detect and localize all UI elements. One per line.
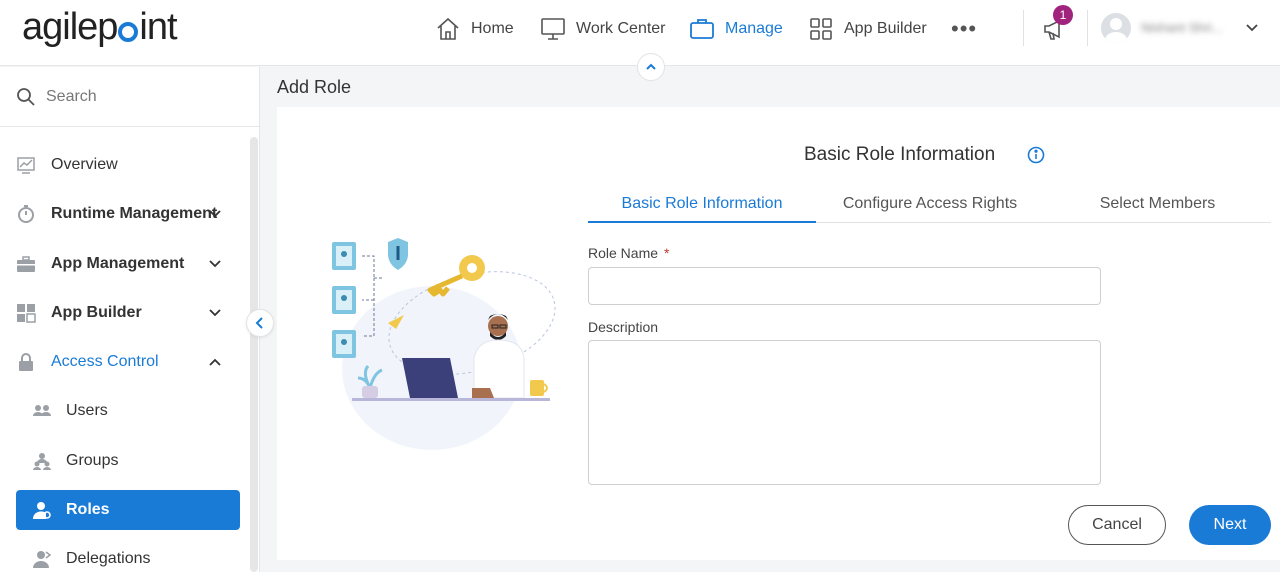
- toolbox-icon: [17, 256, 35, 272]
- sidebar-item-users[interactable]: Users: [0, 391, 248, 431]
- sidebar-item-app-management[interactable]: App Management: [0, 244, 248, 284]
- delegation-icon: [33, 551, 52, 568]
- chevron-up-icon: [646, 63, 656, 70]
- sidebar-item-label: Delegations: [66, 550, 151, 567]
- sidebar-item-label: App Management: [51, 255, 185, 272]
- nav-app-builder[interactable]: App Builder: [808, 14, 927, 44]
- sidebar-item-runtime-management[interactable]: Runtime Management: [0, 194, 248, 234]
- more-dots-icon[interactable]: •••: [951, 16, 977, 42]
- sidebar-scrollbar[interactable]: [250, 137, 258, 572]
- info-icon[interactable]: [1027, 146, 1045, 164]
- users-icon: [33, 405, 51, 416]
- sidebar-item-label: Users: [66, 402, 108, 419]
- search-input[interactable]: [46, 87, 236, 106]
- chart-icon: [17, 157, 35, 174]
- description-input[interactable]: [588, 340, 1101, 485]
- role-icon: [32, 502, 51, 519]
- sidebar-item-delegations[interactable]: Delegations: [0, 539, 248, 572]
- home-icon: [437, 17, 459, 40]
- sidebar-item-label: Runtime Management: [51, 205, 218, 222]
- divider: [1023, 10, 1024, 46]
- role-illustration: [332, 238, 556, 450]
- chevron-down-icon[interactable]: [1244, 20, 1260, 36]
- agilepoint-logo[interactable]: agilep int: [22, 6, 178, 49]
- role-name-input[interactable]: [588, 267, 1101, 305]
- timer-icon: [18, 205, 34, 223]
- widgets-icon: [17, 304, 36, 323]
- briefcase-icon: [690, 19, 714, 39]
- sidebar-item-label: App Builder: [51, 304, 142, 321]
- sidebar-item-label: Roles: [66, 501, 110, 518]
- collapse-header-button[interactable]: [637, 53, 665, 81]
- chevron-up-icon: [209, 358, 221, 366]
- tab-select-members[interactable]: Select Members: [1044, 190, 1271, 223]
- notification-button[interactable]: 1: [1041, 5, 1073, 44]
- sidebar-item-label: Access Control: [51, 353, 159, 370]
- groups-icon: [33, 453, 51, 470]
- chevron-left-icon: [255, 317, 263, 329]
- cancel-button[interactable]: Cancel: [1068, 505, 1166, 545]
- sidebar: Overview Runtime Management App Manageme…: [0, 67, 260, 572]
- page-title: Add Role: [277, 77, 352, 97]
- sidebar-item-access-control[interactable]: Access Control: [0, 342, 248, 382]
- description-label: Description: [588, 319, 659, 335]
- role-name-label: Role Name *: [588, 245, 669, 261]
- form-heading: Basic Role Information: [804, 144, 996, 165]
- sidebar-item-overview[interactable]: Overview: [0, 145, 248, 185]
- nav-work-center-label: Work Center: [576, 20, 666, 37]
- grid-icon: [810, 18, 832, 40]
- nav-app-builder-label: App Builder: [844, 20, 927, 37]
- chevron-down-icon: [209, 210, 221, 218]
- top-navigation-bar: agilep int Home Work Center Manage App Bu…: [0, 0, 1280, 66]
- sidebar-item-app-builder[interactable]: App Builder: [0, 293, 248, 333]
- nav-home[interactable]: Home: [435, 14, 514, 44]
- divider: [1087, 10, 1088, 46]
- sidebar-item-label: Groups: [66, 452, 119, 469]
- monitor-icon: [541, 18, 565, 40]
- required-asterisk: *: [664, 245, 670, 261]
- chevron-down-icon: [209, 309, 221, 317]
- collapse-sidebar-button[interactable]: [246, 309, 274, 337]
- nav-home-label: Home: [471, 20, 514, 37]
- nav-manage-label: Manage: [725, 20, 783, 37]
- sidebar-item-roles[interactable]: Roles: [16, 490, 240, 530]
- sidebar-item-groups[interactable]: Groups: [0, 441, 248, 481]
- nav-manage[interactable]: Manage: [689, 14, 783, 44]
- tab-configure-access-rights[interactable]: Configure Access Rights: [816, 190, 1044, 223]
- role-name-label-text: Role Name: [588, 245, 659, 261]
- tab-basic-role-information[interactable]: Basic Role Information: [588, 190, 816, 223]
- sidebar-search: [0, 67, 260, 127]
- search-icon: [17, 87, 35, 106]
- nav-work-center[interactable]: Work Center: [540, 14, 666, 44]
- chevron-down-icon: [209, 260, 221, 268]
- lock-icon: [19, 353, 33, 371]
- next-button[interactable]: Next: [1189, 505, 1271, 545]
- avatar[interactable]: [1101, 13, 1131, 43]
- notification-badge: 1: [1053, 5, 1073, 25]
- user-name[interactable]: Nishant Shri...: [1141, 20, 1223, 35]
- sidebar-item-label: Overview: [51, 156, 118, 173]
- form-tabs: Basic Role Information Configure Access …: [588, 190, 1271, 223]
